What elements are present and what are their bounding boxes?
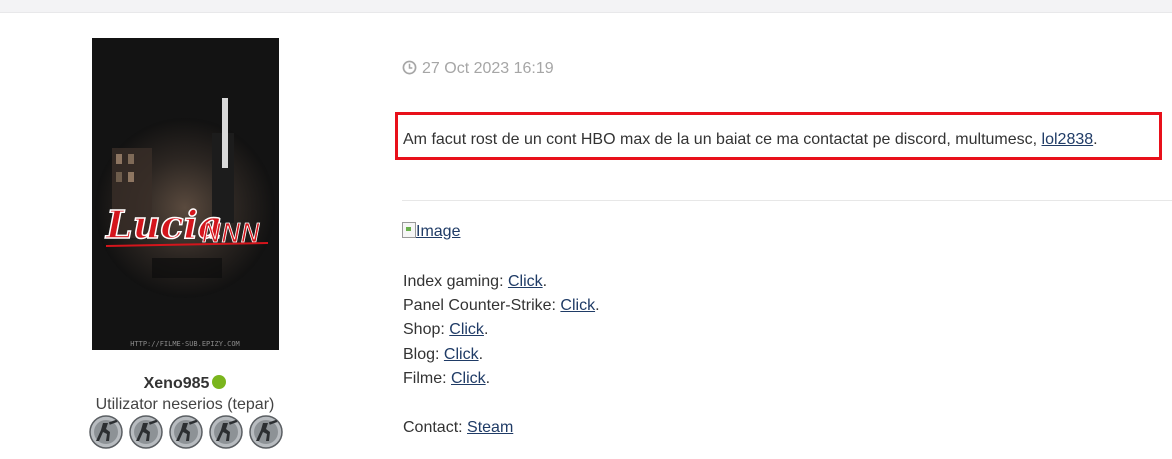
- signature-line-label: Filme:: [403, 370, 451, 387]
- signature-line-suffix: .: [542, 273, 548, 290]
- broken-image-icon: [402, 222, 416, 238]
- rank-badge-icon: [169, 415, 203, 449]
- post-message-suffix: .: [1093, 131, 1098, 148]
- signature-link-index-gaming[interactable]: Click: [508, 273, 543, 290]
- avatar-watermark: HTTP://FILME-SUB.EPIZY.COM: [130, 340, 240, 348]
- mention-link[interactable]: lol2838: [1042, 131, 1094, 148]
- rank-badge-icon: [249, 415, 283, 449]
- signature-link-blog[interactable]: Click: [444, 346, 479, 363]
- signature-image-link[interactable]: Image: [416, 223, 460, 240]
- signature-contact-label: Contact:: [403, 419, 468, 436]
- signature-line: Shop: Click.: [403, 320, 488, 340]
- post-date-text: 27 Oct 2023 16:19: [422, 60, 554, 77]
- rank-badges: [89, 415, 283, 449]
- signature-line-label: Index gaming:: [403, 273, 508, 290]
- signature-contact: Contact: Steam: [403, 418, 513, 438]
- username-row: Xeno985: [0, 375, 370, 393]
- online-status-icon: [212, 375, 227, 389]
- clock-icon: [402, 60, 417, 75]
- signature-line: Filme: Click.: [403, 369, 490, 389]
- signature-line-label: Blog:: [403, 346, 444, 363]
- signature-image[interactable]: Image: [402, 222, 460, 241]
- rank-badge-icon: [129, 415, 163, 449]
- signature-line-label: Shop:: [403, 321, 450, 338]
- user-rank: Utilizator neserios (tepar): [95, 396, 275, 413]
- signature-line: Blog: Click.: [403, 345, 483, 365]
- signature-link-panel-cs[interactable]: Click: [560, 297, 595, 314]
- avatar[interactable]: Lucia NNN HTTP://FILME-SUB.EPIZY.COM: [92, 38, 279, 350]
- signature-line: Index gaming: Click.: [403, 272, 547, 292]
- top-bar: [0, 0, 1172, 13]
- signature-line-suffix: .: [595, 297, 600, 314]
- rank-badge-icon: [209, 415, 243, 449]
- username[interactable]: Xeno985: [144, 375, 210, 392]
- signature-link-shop[interactable]: Click: [449, 321, 484, 338]
- post-message: Am facut rost de un cont HBO max de la u…: [403, 131, 1098, 149]
- signature-divider: [402, 200, 1172, 201]
- post-date: 27 Oct 2023 16:19: [402, 60, 554, 78]
- signature-line-label: Panel Counter-Strike:: [403, 297, 561, 314]
- signature-line: Panel Counter-Strike: Click.: [403, 296, 600, 316]
- avatar-image: Lucia NNN HTTP://FILME-SUB.EPIZY.COM: [92, 38, 279, 350]
- signature-link-filme[interactable]: Click: [451, 370, 486, 387]
- signature-link-steam[interactable]: Steam: [467, 419, 513, 436]
- signature-line-suffix: .: [478, 346, 484, 363]
- post-message-text: Am facut rost de un cont HBO max de la u…: [403, 131, 1042, 148]
- signature-line-suffix: .: [483, 321, 489, 338]
- signature-line-suffix: .: [485, 370, 491, 387]
- rank-badge-icon: [89, 415, 123, 449]
